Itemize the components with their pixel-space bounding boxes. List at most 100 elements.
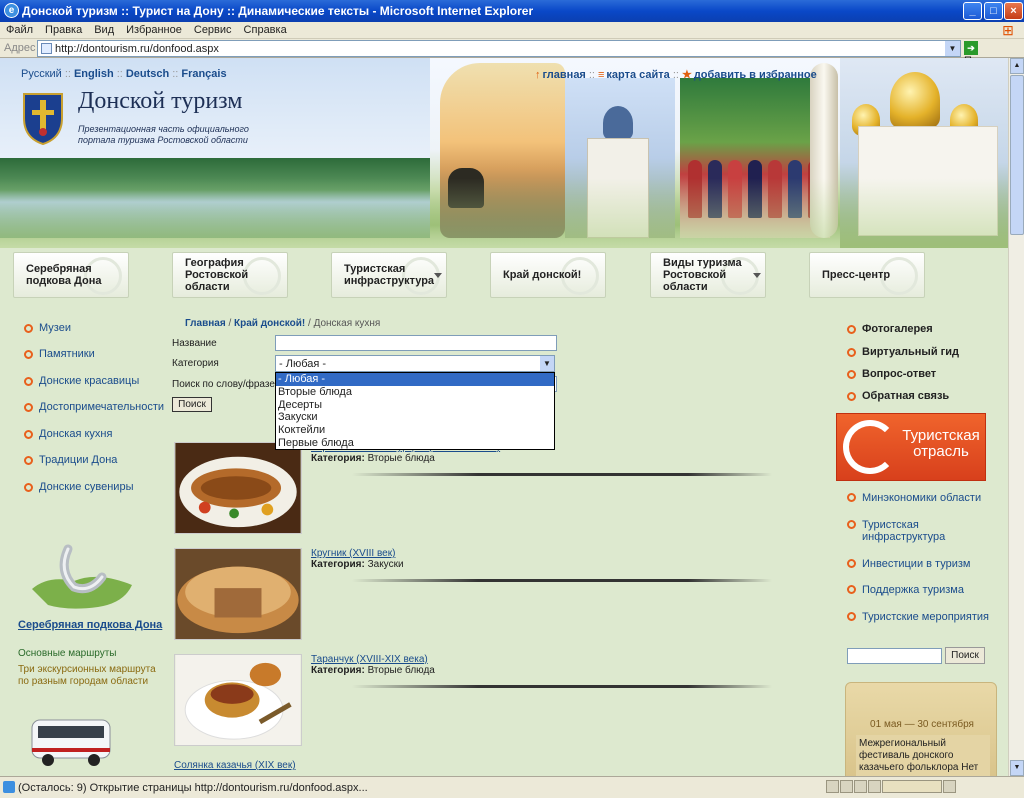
right-menu-feedback[interactable]: Обратная связь: [847, 390, 949, 402]
list-item: Таранчук (XVIII-XIX века) Категория: Вто…: [172, 654, 772, 750]
dish-image-krugnik[interactable]: [174, 548, 302, 640]
menu-edit[interactable]: Правка: [39, 22, 88, 36]
promo-subtitle: Основные маршруты: [18, 648, 117, 659]
link-sitemap[interactable]: карта сайта: [606, 69, 669, 81]
bullet-icon: [24, 402, 33, 412]
left-menu-item[interactable]: Традиции Дона: [24, 454, 117, 466]
lang-en[interactable]: English: [74, 68, 114, 80]
scroll-up-icon[interactable]: ▲: [1010, 58, 1024, 74]
tourism-industry-banner[interactable]: Туристская отрасль: [836, 413, 986, 481]
category-option[interactable]: Вторые блюда: [276, 386, 554, 399]
nav-silver-horseshoe[interactable]: Серебряная подкова Дона: [13, 252, 129, 298]
link-home[interactable]: главная: [543, 69, 586, 81]
chevron-down-icon[interactable]: ▼: [945, 41, 960, 56]
scroll-thumb[interactable]: [1010, 75, 1024, 235]
menu-view[interactable]: Вид: [88, 22, 120, 36]
bullet-icon: [24, 455, 33, 465]
coat-of-arms-logo[interactable]: [18, 88, 68, 146]
bullet-icon: [847, 520, 856, 529]
item-title[interactable]: Таранчук (XVIII-XIX века): [311, 654, 428, 665]
dish-image-taranchuk[interactable]: [174, 654, 302, 746]
right-menu-virtual-guide[interactable]: Виртуальный гид: [847, 346, 959, 358]
search-button[interactable]: Поиск: [172, 397, 212, 412]
right-menu-faq[interactable]: Вопрос-ответ: [847, 368, 936, 380]
chevron-down-icon[interactable]: ▼: [540, 356, 554, 371]
divider: [352, 579, 772, 582]
nav-infrastructure[interactable]: Туристская инфраструктура: [331, 252, 447, 298]
media-play-icon[interactable]: [840, 780, 853, 793]
menu-favorites[interactable]: Избранное: [120, 22, 188, 36]
name-input[interactable]: [275, 335, 557, 351]
crumb-region[interactable]: Край донской!: [234, 318, 305, 329]
event-card[interactable]: 01 мая — 30 сентября Межрегиональный фес…: [845, 682, 997, 776]
nav-geography[interactable]: География Ростовской области: [172, 252, 288, 298]
site-search-input[interactable]: [847, 648, 942, 664]
category-option[interactable]: - Любая -: [276, 373, 554, 386]
media-stop-icon[interactable]: [854, 780, 867, 793]
dish-image-carp[interactable]: [174, 442, 302, 534]
right-link-item[interactable]: Минэкономики области: [847, 492, 981, 504]
dropdown-arrow-icon: [434, 273, 442, 278]
address-label: Адрес: [4, 42, 36, 54]
nav-press-center[interactable]: Пресс-центр: [809, 252, 925, 298]
right-menu-photos[interactable]: Фотогалерея: [847, 323, 933, 335]
category-option[interactable]: Десерты: [276, 399, 554, 412]
menu-help[interactable]: Справка: [238, 22, 293, 36]
item-title[interactable]: Кругник (XVIII век): [311, 548, 395, 559]
minimize-button[interactable]: _: [963, 2, 982, 20]
lang-ru[interactable]: Русский: [21, 68, 62, 80]
promo-title[interactable]: Серебряная подкова Дона: [18, 619, 162, 631]
menu-file[interactable]: Файл: [0, 22, 39, 36]
category-select[interactable]: - Любая - ▼: [275, 355, 555, 372]
crumb-home[interactable]: Главная: [185, 318, 226, 329]
bullet-icon: [847, 612, 856, 621]
media-progress[interactable]: [882, 780, 942, 793]
site-header: Русский:: English:: Deutsch:: Français ↑ гла…: [0, 58, 1008, 248]
left-menu-item[interactable]: Донские красавицы: [24, 375, 139, 387]
left-menu-item[interactable]: Донские сувениры: [24, 481, 133, 493]
ring-icon: [843, 420, 897, 474]
left-menu-item[interactable]: Музеи: [24, 322, 71, 334]
media-prev-icon[interactable]: [826, 780, 839, 793]
bullet-icon: [847, 585, 856, 594]
media-next-icon[interactable]: [868, 780, 881, 793]
volume-icon[interactable]: [943, 780, 956, 793]
bus-icon[interactable]: [30, 712, 114, 770]
category-option[interactable]: Закуски: [276, 411, 554, 424]
list-item: Солянка казачья (XIX век): [172, 760, 772, 776]
nav-don-region[interactable]: Край донской!: [490, 252, 606, 298]
right-link-item[interactable]: Туристские мероприятия: [847, 611, 989, 623]
ie-logo-icon: e: [4, 3, 19, 18]
vertical-scrollbar[interactable]: ▲ ▼: [1008, 58, 1024, 776]
address-bar: Адрес http://dontourism.ru/donfood.aspx …: [0, 39, 1024, 67]
lang-fr[interactable]: Français: [181, 68, 226, 80]
site-name[interactable]: Донской туризм: [78, 88, 243, 115]
lang-de[interactable]: Deutsch: [126, 68, 169, 80]
maximize-button[interactable]: □: [984, 2, 1003, 20]
address-field[interactable]: http://dontourism.ru/donfood.aspx ▼: [37, 40, 961, 57]
close-button[interactable]: ×: [1004, 2, 1023, 20]
word-label: Поиск по слову/фразе: [172, 379, 275, 390]
right-link-item[interactable]: Инвестиции в туризм: [847, 558, 970, 570]
list-item: Карп с соленым огурцом (XVIII-XIX века) …: [172, 442, 772, 538]
left-menu-item[interactable]: Памятники: [24, 348, 95, 360]
left-menu-item[interactable]: Донская кухня: [24, 428, 112, 440]
divider: [352, 473, 772, 476]
page-viewport: Русский:: English:: Deutsch:: Français ↑ гла…: [0, 58, 1008, 776]
item-title[interactable]: Солянка казачья (XIX век): [174, 760, 296, 771]
category-option[interactable]: Первые блюда: [276, 437, 554, 450]
breadcrumb: Главная / Край донской! / Донская кухня: [185, 318, 381, 329]
category-option[interactable]: Коктейли: [276, 424, 554, 437]
window-title: Донской туризм :: Турист на Дону :: Дина…: [22, 4, 534, 18]
item-category: Категория: Закуски: [311, 559, 404, 570]
scroll-down-icon[interactable]: ▼: [1010, 760, 1024, 776]
right-link-item[interactable]: Поддержка туризма: [847, 584, 964, 596]
right-link-item[interactable]: Туристская инфраструктура: [847, 519, 952, 543]
nav-tourism-types[interactable]: Виды туризма Ростовской области: [650, 252, 766, 298]
left-menu-item[interactable]: Достопримечательности: [24, 401, 164, 413]
menu-tools[interactable]: Сервис: [188, 22, 238, 36]
horseshoe-icon[interactable]: [28, 541, 134, 611]
link-add-favorite[interactable]: добавить в избранное: [694, 69, 817, 81]
site-search-button[interactable]: Поиск: [945, 647, 985, 664]
bullet-icon: [24, 323, 33, 333]
